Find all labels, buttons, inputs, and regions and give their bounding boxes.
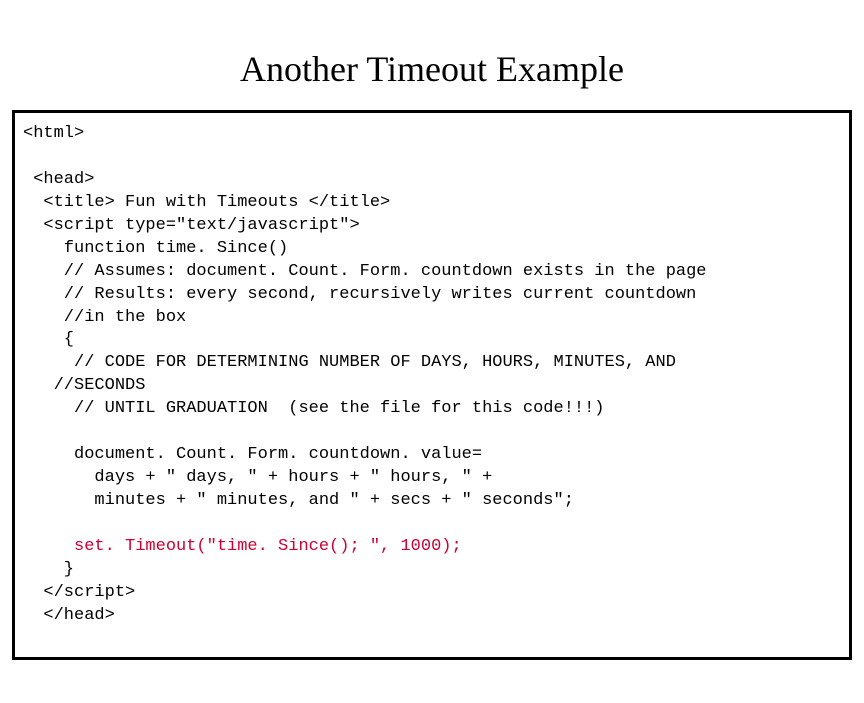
code-box: <html> <head> <title> Fun with Timeouts … xyxy=(12,110,852,660)
code-line: <html> xyxy=(23,124,84,143)
code-line: </script> xyxy=(23,583,135,602)
code-line: // UNTIL GRADUATION (see the file for th… xyxy=(23,399,605,418)
slide-title: Another Timeout Example xyxy=(0,0,864,110)
code-line: minutes + " minutes, and " + secs + " se… xyxy=(23,491,574,510)
code-line: <title> Fun with Timeouts </title> xyxy=(23,193,390,212)
code-line: // Assumes: document. Count. Form. count… xyxy=(23,262,707,281)
code-line: <head> xyxy=(23,170,94,189)
code-line-highlighted: set. Timeout("time. Since(); ", 1000); xyxy=(23,537,462,556)
code-line: //SECONDS xyxy=(23,376,145,395)
code-line: <script type="text/javascript"> xyxy=(23,216,360,235)
code-line: days + " days, " + hours + " hours, " + xyxy=(23,468,492,487)
code-line: { xyxy=(23,330,74,349)
code-line: </head> xyxy=(23,606,115,625)
code-line: // Results: every second, recursively wr… xyxy=(23,285,696,304)
code-line: function time. Since() xyxy=(23,239,288,258)
code-line: // CODE FOR DETERMINING NUMBER OF DAYS, … xyxy=(23,353,676,372)
code-line: document. Count. Form. countdown. value= xyxy=(23,445,482,464)
code-line: } xyxy=(23,560,74,579)
code-line: //in the box xyxy=(23,308,186,327)
